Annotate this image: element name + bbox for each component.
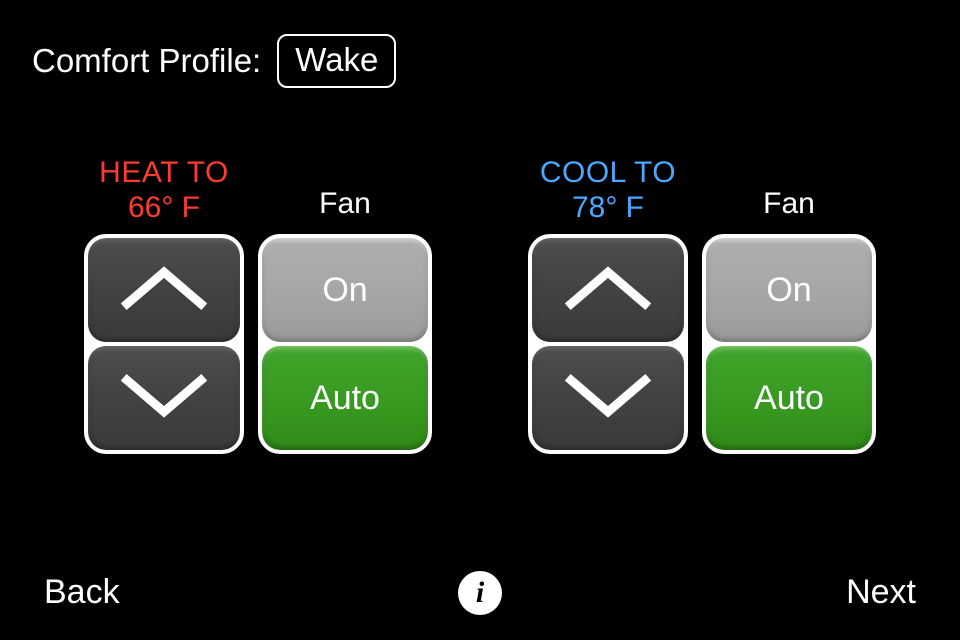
heat-panel: HEAT TO 66° F Fan [84,156,432,454]
heat-mode-label: HEAT TO [84,156,244,189]
back-button[interactable]: Back [44,573,120,612]
cool-fan-title: Fan [702,187,876,224]
cool-fan-on-label: On [766,271,811,310]
heat-fan-on-button[interactable]: On [262,238,428,342]
header: Comfort Profile: Wake [32,34,396,88]
heat-temp-down-button[interactable] [88,346,240,450]
footer: Back i Next [0,573,960,612]
next-button[interactable]: Next [846,573,916,612]
cool-fan-toggle: On Auto [702,234,876,454]
cool-titles: COOL TO 78° F Fan [528,156,876,224]
cool-fan-auto-button[interactable]: Auto [706,346,872,450]
heat-fan-toggle: On Auto [258,234,432,454]
profile-label: Comfort Profile: [32,42,261,80]
chevron-up-icon [120,258,208,323]
chevron-up-icon [564,258,652,323]
heat-controls: On Auto [84,234,432,454]
cool-fan-on-button[interactable]: On [706,238,872,342]
info-button[interactable]: i [458,571,502,615]
heat-temp-up-button[interactable] [88,238,240,342]
cool-panel: COOL TO 78° F Fan [528,156,876,454]
cool-temp-down-button[interactable] [532,346,684,450]
chevron-down-icon [564,366,652,431]
heat-fan-auto-label: Auto [310,379,380,418]
profile-selector[interactable]: Wake [277,34,396,88]
info-icon: i [476,578,484,608]
setpoint-panels: HEAT TO 66° F Fan [0,156,960,454]
heat-temp-value: 66° F [84,191,244,224]
cool-controls: On Auto [528,234,876,454]
cool-temp-up-button[interactable] [532,238,684,342]
cool-temp-stepper [528,234,688,454]
cool-fan-auto-label: Auto [754,379,824,418]
cool-setpoint-readout: COOL TO 78° F [528,156,688,224]
cool-mode-label: COOL TO [528,156,688,189]
comfort-profile-screen: Comfort Profile: Wake HEAT TO 66° F Fan [0,0,960,640]
chevron-down-icon [120,366,208,431]
heat-temp-stepper [84,234,244,454]
heat-fan-on-label: On [322,271,367,310]
heat-fan-auto-button[interactable]: Auto [262,346,428,450]
heat-titles: HEAT TO 66° F Fan [84,156,432,224]
profile-value: Wake [295,41,378,78]
heat-fan-title: Fan [258,187,432,224]
heat-setpoint-readout: HEAT TO 66° F [84,156,244,224]
cool-temp-value: 78° F [528,191,688,224]
